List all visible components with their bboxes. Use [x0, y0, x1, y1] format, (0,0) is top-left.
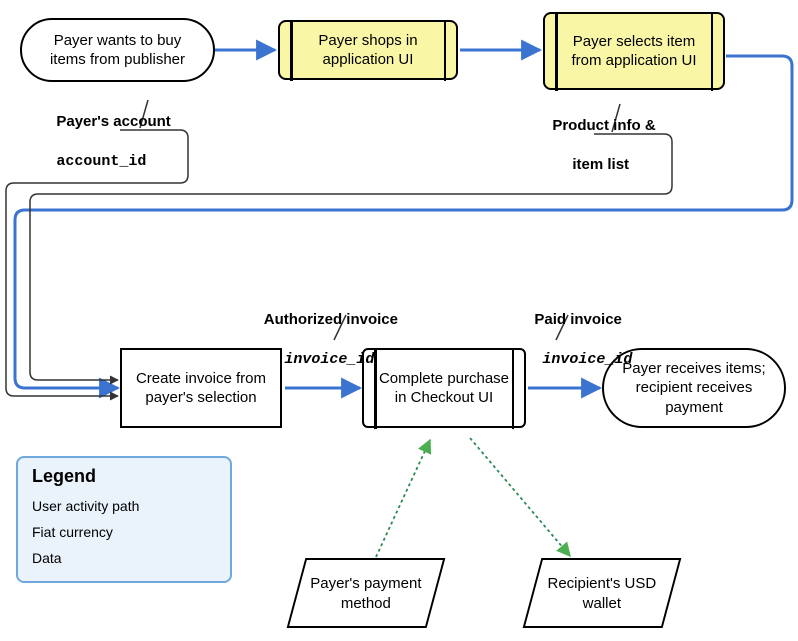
legend-box: Legend User activity path Fiat currency … [16, 456, 232, 583]
selects-node: Payer selects item from application UI [543, 12, 725, 90]
checkout-label: Complete purchase in Checkout UI [376, 369, 512, 408]
paid-invoice-label: Paid invoice invoice_id [526, 290, 632, 369]
legend-title: Legend [32, 466, 216, 487]
start-node: Payer wants to buy items from publisher [20, 18, 215, 82]
legend-row-user: User activity path [32, 493, 216, 519]
payment-method-node: Payer's payment method [287, 558, 446, 628]
selects-label: Payer selects item from application UI [557, 32, 711, 71]
authorized-invoice-label: Authorized invoice invoice_id [256, 290, 398, 369]
legend-row-fiat: Fiat currency [32, 519, 216, 545]
legend-row-data: Data [32, 545, 216, 571]
usd-wallet-label: Recipient's USD wallet [546, 574, 658, 613]
payer-account-label: Payer's account account_id [48, 92, 171, 171]
usd-wallet-node: Recipient's USD wallet [523, 558, 682, 628]
shops-label: Payer shops in application UI [292, 31, 444, 70]
receives-label: Payer receives items; recipient receives… [616, 359, 772, 418]
shops-node: Payer shops in application UI [278, 20, 458, 80]
product-info-label: Product info & item list [544, 96, 656, 174]
payment-method-label: Payer's payment method [310, 574, 422, 613]
create-invoice-label: Create invoice from payer's selection [134, 369, 268, 408]
start-label: Payer wants to buy items from publisher [34, 31, 201, 70]
